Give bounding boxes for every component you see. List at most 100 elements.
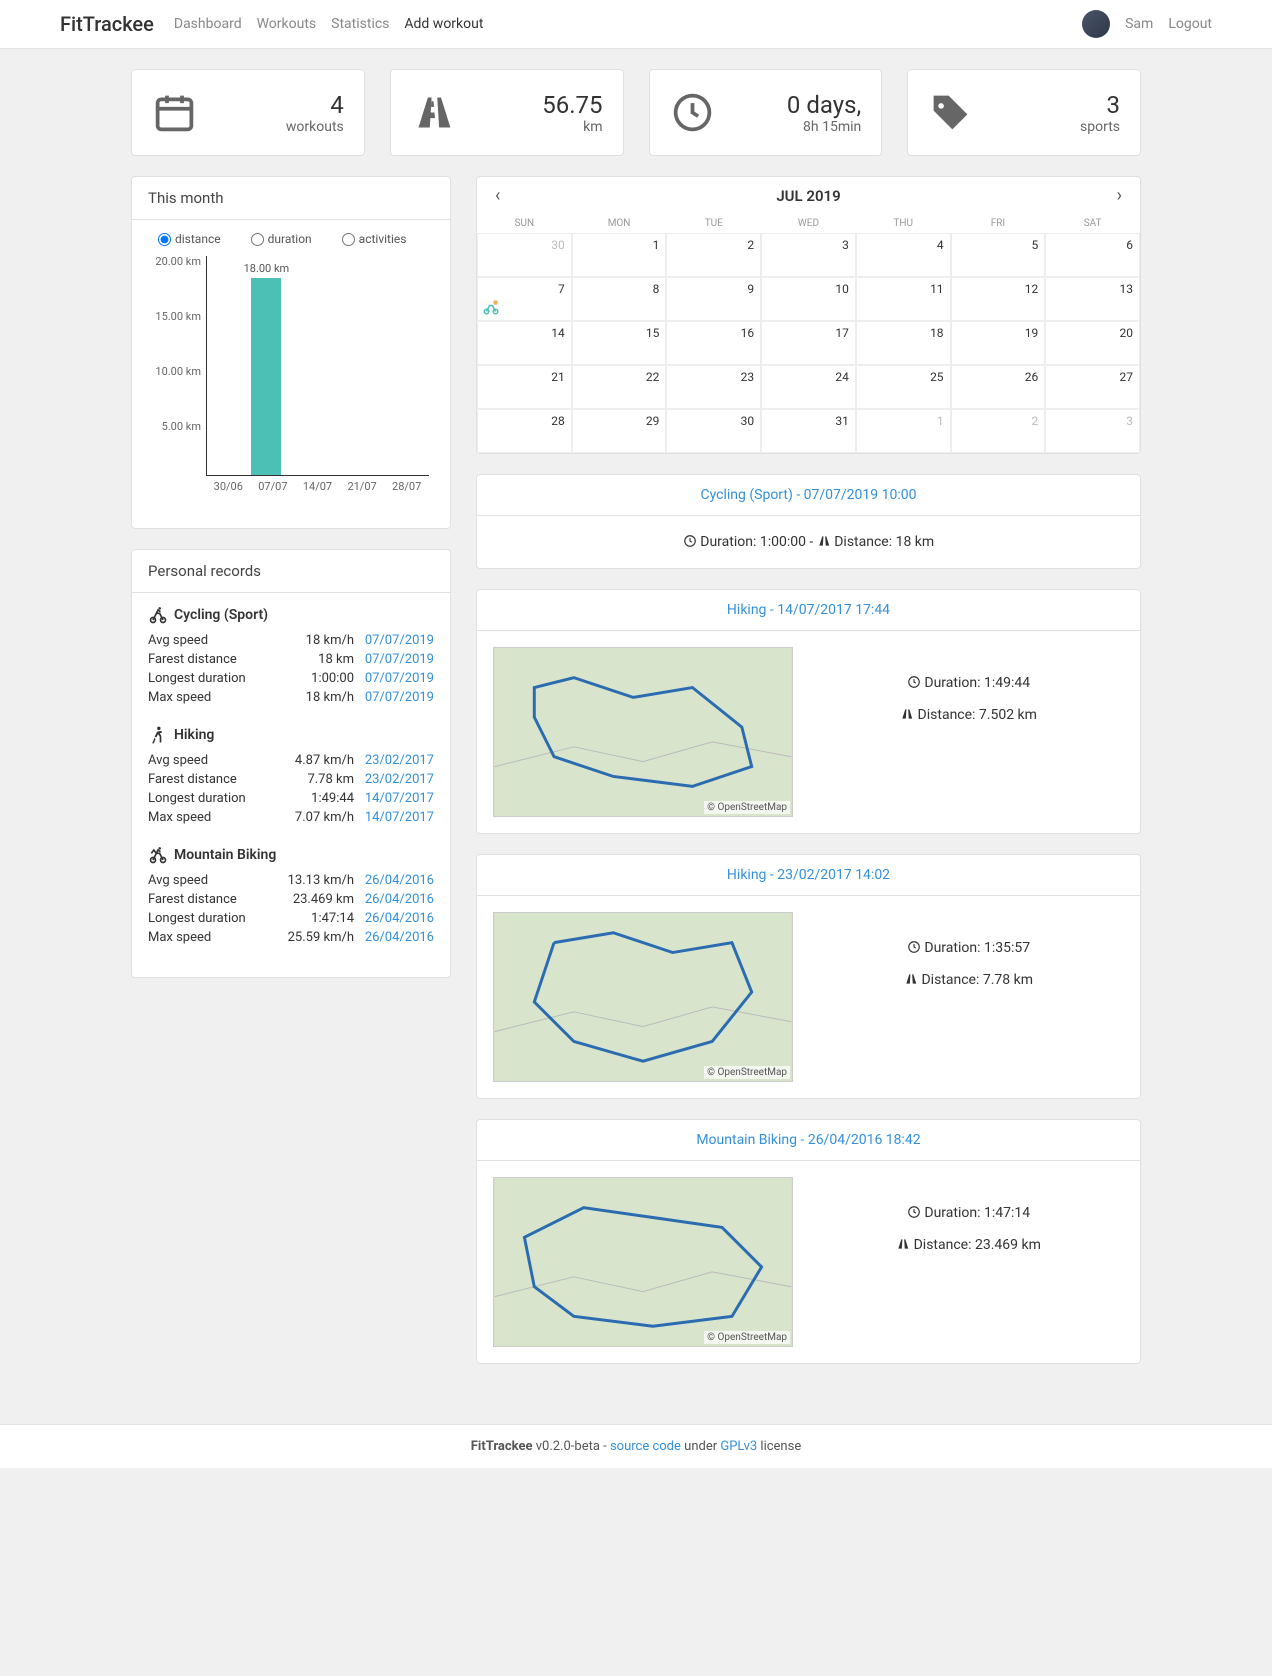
cal-cell[interactable]: 30 bbox=[477, 233, 572, 277]
record-row: Farest distance18 km07/07/2019 bbox=[148, 650, 434, 669]
cal-cell[interactable]: 5 bbox=[951, 233, 1046, 277]
cal-next[interactable]: › bbox=[1111, 185, 1128, 206]
workout-title-link[interactable]: Hiking - 23/02/2017 14:02 bbox=[727, 867, 890, 883]
cal-cell[interactable]: 29 bbox=[572, 409, 667, 453]
cal-cell[interactable]: 22 bbox=[572, 365, 667, 409]
cal-cell[interactable]: 16 bbox=[666, 321, 761, 365]
workout-card: Mountain Biking - 26/04/2016 18:42 © Open… bbox=[476, 1119, 1141, 1364]
chart-area: 20.00 km 15.00 km 10.00 km 5.00 km 18.00… bbox=[148, 256, 434, 516]
cal-cell[interactable]: 17 bbox=[761, 321, 856, 365]
record-value: 18 km/h bbox=[274, 633, 354, 648]
cal-cell[interactable]: 2 bbox=[666, 233, 761, 277]
record-date-link[interactable]: 07/07/2019 bbox=[365, 690, 434, 705]
workout-map[interactable]: © OpenStreetMap bbox=[493, 647, 793, 817]
stat-distance-label: km bbox=[542, 119, 602, 135]
stat-workouts-value: 4 bbox=[286, 91, 344, 119]
record-date-link[interactable]: 07/07/2019 bbox=[365, 671, 434, 686]
cal-cell[interactable]: 20 bbox=[1045, 321, 1140, 365]
workout-title-link[interactable]: Cycling (Sport) - 07/07/2019 10:00 bbox=[701, 487, 917, 503]
nav-statistics[interactable]: Statistics bbox=[331, 16, 389, 32]
nav-dashboard[interactable]: Dashboard bbox=[174, 16, 242, 32]
stat-duration-label: 8h 15min bbox=[787, 119, 861, 135]
nav-logout[interactable]: Logout bbox=[1168, 16, 1212, 32]
cal-cell[interactable]: 26 bbox=[951, 365, 1046, 409]
record-row: Max speed18 km/h07/07/2019 bbox=[148, 688, 434, 707]
record-date-link[interactable]: 26/04/2016 bbox=[365, 930, 434, 945]
record-row: Farest distance7.78 km23/02/2017 bbox=[148, 770, 434, 789]
records-title: Personal records bbox=[132, 550, 450, 593]
record-date-link[interactable]: 23/02/2017 bbox=[365, 772, 434, 787]
cal-cell[interactable]: 13 bbox=[1045, 277, 1140, 321]
workout-card: Cycling (Sport) - 07/07/2019 10:00 Durat… bbox=[476, 474, 1141, 569]
record-date-link[interactable]: 14/07/2017 bbox=[365, 791, 434, 806]
record-date-link[interactable]: 07/07/2019 bbox=[365, 633, 434, 648]
record-date-link[interactable]: 26/04/2016 bbox=[365, 911, 434, 926]
record-section: HikingAvg speed4.87 km/h23/02/2017Farest… bbox=[148, 725, 434, 827]
radio-distance[interactable]: distance bbox=[158, 232, 221, 246]
sport-name: Cycling (Sport) bbox=[174, 607, 268, 623]
record-date-link[interactable]: 23/02/2017 bbox=[365, 753, 434, 768]
record-date-link[interactable]: 26/04/2016 bbox=[365, 892, 434, 907]
record-value: 13.13 km/h bbox=[274, 873, 354, 888]
avatar[interactable] bbox=[1082, 10, 1110, 38]
footer-brand: FitTrackee bbox=[471, 1439, 533, 1454]
cal-cell[interactable]: 7 bbox=[477, 277, 572, 321]
cal-cell[interactable]: 2 bbox=[951, 409, 1046, 453]
workout-map[interactable]: © OpenStreetMap bbox=[493, 912, 793, 1082]
record-row: Avg speed13.13 km/h26/04/2016 bbox=[148, 871, 434, 890]
cal-cell[interactable]: 9 bbox=[666, 277, 761, 321]
cal-cell[interactable]: 15 bbox=[572, 321, 667, 365]
workout-info: Duration: 1:49:44 Distance: 7.502 km bbox=[813, 647, 1124, 817]
record-date: 26/04/2016 bbox=[354, 873, 434, 888]
cal-cell[interactable]: 23 bbox=[666, 365, 761, 409]
footer-source-link[interactable]: source code bbox=[610, 1439, 681, 1454]
cal-cell[interactable]: 8 bbox=[572, 277, 667, 321]
cal-cell[interactable]: 11 bbox=[856, 277, 951, 321]
cycling-icon bbox=[482, 298, 500, 316]
cal-cell[interactable]: 31 bbox=[761, 409, 856, 453]
record-row: Longest duration1:49:4414/07/2017 bbox=[148, 789, 434, 808]
cal-cell[interactable]: 19 bbox=[951, 321, 1046, 365]
cal-cell[interactable]: 18 bbox=[856, 321, 951, 365]
cal-cell[interactable]: 3 bbox=[761, 233, 856, 277]
cal-dayname: THU bbox=[856, 214, 951, 233]
chart-y-axis: 20.00 km 15.00 km 10.00 km 5.00 km bbox=[148, 256, 203, 476]
brand[interactable]: FitTrackee bbox=[60, 12, 154, 36]
cal-cell[interactable]: 6 bbox=[1045, 233, 1140, 277]
record-date: 07/07/2019 bbox=[354, 652, 434, 667]
cal-cell[interactable]: 14 bbox=[477, 321, 572, 365]
radio-activities[interactable]: activities bbox=[342, 232, 407, 246]
record-date-link[interactable]: 07/07/2019 bbox=[365, 652, 434, 667]
cal-cell[interactable]: 1 bbox=[856, 409, 951, 453]
workout-title-link[interactable]: Mountain Biking - 26/04/2016 18:42 bbox=[696, 1132, 920, 1148]
record-date-link[interactable]: 26/04/2016 bbox=[365, 873, 434, 888]
cal-cell[interactable]: 1 bbox=[572, 233, 667, 277]
cal-cell[interactable]: 30 bbox=[666, 409, 761, 453]
radio-duration[interactable]: duration bbox=[251, 232, 312, 246]
cal-cell[interactable]: 27 bbox=[1045, 365, 1140, 409]
cal-prev[interactable]: ‹ bbox=[489, 185, 506, 206]
cal-cell[interactable]: 10 bbox=[761, 277, 856, 321]
cal-cell[interactable]: 21 bbox=[477, 365, 572, 409]
stat-duration-value: 0 days, bbox=[787, 91, 861, 119]
cal-dayname: FRI bbox=[951, 214, 1046, 233]
stat-sports-label: sports bbox=[1080, 119, 1120, 135]
cal-cell[interactable]: 25 bbox=[856, 365, 951, 409]
cal-cell[interactable]: 24 bbox=[761, 365, 856, 409]
cal-dayname: TUE bbox=[666, 214, 761, 233]
record-date-link[interactable]: 14/07/2017 bbox=[365, 810, 434, 825]
footer: FitTrackee v0.2.0-beta - source code und… bbox=[0, 1424, 1272, 1468]
cal-cell[interactable]: 4 bbox=[856, 233, 951, 277]
cal-cell[interactable]: 12 bbox=[951, 277, 1046, 321]
stat-sports-value: 3 bbox=[1080, 91, 1120, 119]
cal-cell[interactable]: 28 bbox=[477, 409, 572, 453]
records-card: Personal records Cycling (Sport)Avg spee… bbox=[131, 549, 451, 978]
nav-workouts[interactable]: Workouts bbox=[257, 16, 317, 32]
nav-add-workout[interactable]: Add workout bbox=[404, 16, 483, 32]
workout-title-link[interactable]: Hiking - 14/07/2017 17:44 bbox=[727, 602, 890, 618]
nav-user[interactable]: Sam bbox=[1125, 16, 1153, 32]
cal-cell[interactable]: 3 bbox=[1045, 409, 1140, 453]
workout-map[interactable]: © OpenStreetMap bbox=[493, 1177, 793, 1347]
footer-license-link[interactable]: GPLv3 bbox=[720, 1439, 757, 1454]
chart-bar-label: 18.00 km bbox=[244, 262, 290, 275]
